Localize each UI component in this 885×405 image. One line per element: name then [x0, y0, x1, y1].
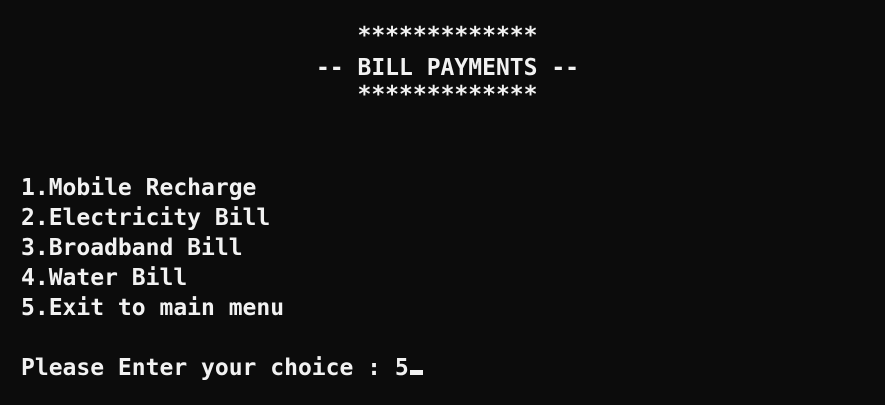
menu-item-electricity-bill: 2.Electricity Bill [21, 205, 271, 231]
header-stars-top: ************* [357, 23, 538, 49]
menu-item-mobile-recharge: 1.Mobile Recharge [21, 175, 257, 201]
prompt-label: Please Enter your choice : [21, 355, 395, 381]
terminal-window: ************* -- BILL PAYMENTS -- ******… [0, 0, 885, 405]
menu-item-broadband-bill: 3.Broadband Bill [21, 235, 243, 261]
text-cursor [409, 370, 423, 375]
choice-input-value[interactable]: 5 [395, 355, 409, 381]
header-stars-bottom: ************* [357, 82, 538, 108]
choice-prompt[interactable]: Please Enter your choice : 5 [21, 353, 423, 383]
menu-item-exit: 5.Exit to main menu [21, 295, 285, 321]
menu-item-water-bill: 4.Water Bill [21, 265, 188, 291]
page-title: -- BILL PAYMENTS -- [315, 55, 580, 81]
